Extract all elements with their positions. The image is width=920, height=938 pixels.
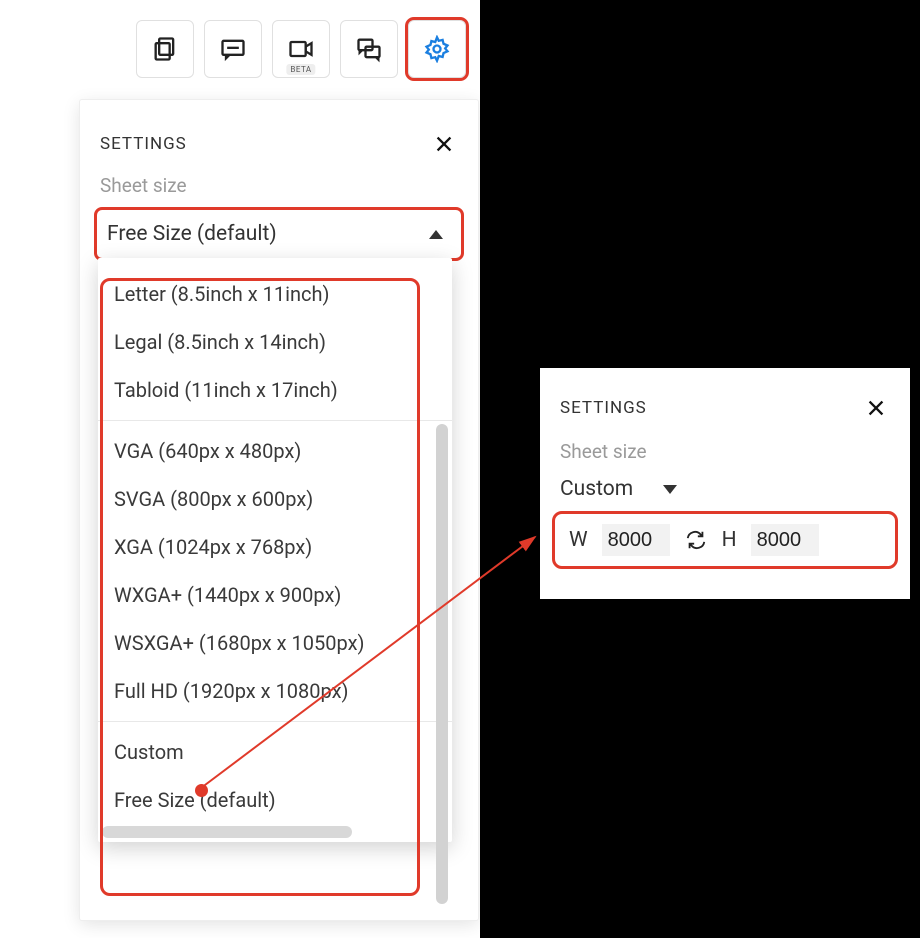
sheet-size-value: Free Size (default) (107, 222, 277, 246)
panel-title-right: SETTINGS (560, 398, 647, 418)
annotation-dot (195, 784, 208, 797)
dropdown-item[interactable]: Free Size (default) (98, 776, 452, 824)
sheet-size-dropdown: Letter (8.5inch x 11inch)Legal (8.5inch … (98, 258, 452, 842)
custom-settings-panel: SETTINGS Sheet size Custom W H (540, 368, 910, 599)
chevron-down-icon (663, 485, 677, 494)
dropdown-item[interactable]: Letter (8.5inch x 11inch) (98, 270, 452, 318)
dropdown-item[interactable]: WSXGA+ (1680px x 1050px) (98, 619, 452, 667)
scrollbar-horizontal[interactable] (102, 826, 352, 838)
sheet-size-value-right: Custom (560, 477, 633, 501)
close-button[interactable] (430, 130, 458, 158)
settings-button[interactable] (408, 20, 466, 78)
dropdown-item[interactable]: Full HD (1920px x 1080px) (98, 667, 452, 715)
height-input[interactable] (751, 524, 819, 556)
chevron-up-icon (429, 230, 443, 239)
height-label: H (722, 528, 737, 552)
panel-title: SETTINGS (100, 134, 187, 154)
comments-button[interactable] (204, 20, 262, 78)
video-button[interactable]: BETA (272, 20, 330, 78)
sheet-size-select[interactable]: Free Size (default) (94, 207, 464, 261)
sheet-size-label-right: Sheet size (560, 440, 890, 477)
dropdown-item[interactable]: Custom (98, 728, 452, 776)
width-label: W (569, 528, 588, 552)
pages-button[interactable] (136, 20, 194, 78)
width-input[interactable] (602, 524, 670, 556)
toolbar: BETA (0, 20, 476, 80)
sheet-size-label: Sheet size (80, 174, 478, 207)
chat-button[interactable] (340, 20, 398, 78)
dropdown-item[interactable]: Tabloid (11inch x 17inch) (98, 366, 452, 414)
dimension-row: W H (552, 511, 898, 569)
swap-dimensions-button[interactable] (684, 528, 708, 552)
dropdown-item[interactable]: Legal (8.5inch x 14inch) (98, 318, 452, 366)
dropdown-item[interactable]: VGA (640px x 480px) (98, 427, 452, 475)
sheet-size-select-right[interactable]: Custom (560, 477, 890, 511)
scrollbar-vertical[interactable] (436, 424, 448, 904)
dropdown-item[interactable]: XGA (1024px x 768px) (98, 523, 452, 571)
dropdown-scroll: Letter (8.5inch x 11inch)Legal (8.5inch … (98, 264, 452, 830)
close-button-right[interactable] (862, 394, 890, 422)
dropdown-item[interactable]: WXGA+ (1440px x 900px) (98, 571, 452, 619)
dropdown-item[interactable]: SVGA (800px x 600px) (98, 475, 452, 523)
beta-badge: BETA (286, 64, 315, 75)
